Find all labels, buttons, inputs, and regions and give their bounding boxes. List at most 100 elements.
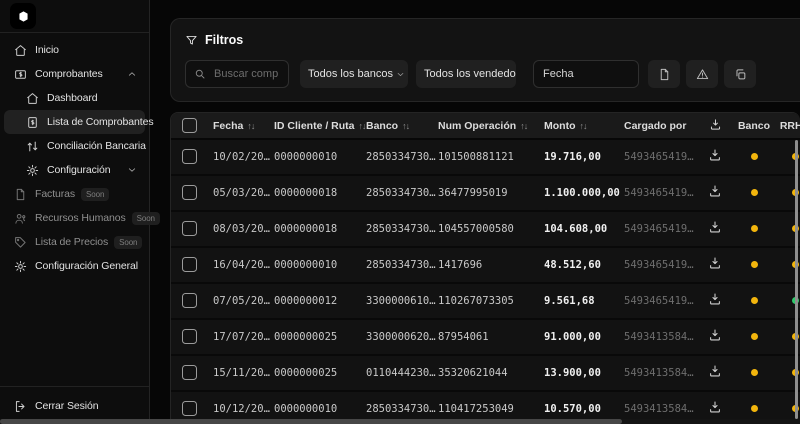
sidebar-item-facturas[interactable]: FacturasSoon — [4, 182, 145, 206]
sidebar-item-lista-de-comprobantes[interactable]: Lista de Comprobantes — [4, 110, 145, 134]
sidebar-item-comprobantes[interactable]: Comprobantes — [4, 62, 145, 86]
sidebar-item-label: Dashboard — [47, 92, 97, 104]
banco-status-dot — [751, 297, 758, 304]
export-document-button[interactable] — [648, 60, 680, 88]
search-input[interactable] — [212, 67, 280, 81]
cell-fecha: 10/02/20… — [213, 139, 274, 175]
cell-monto: 104.608,00 — [544, 211, 624, 247]
filters-title: Filtros — [205, 33, 243, 47]
row-checkbox[interactable] — [182, 257, 197, 272]
download-icon[interactable] — [708, 148, 722, 162]
column-header-banco-status: Banco — [734, 113, 774, 139]
table-row[interactable]: 05/03/20… 0000000018 2850334730… 3647799… — [171, 175, 800, 211]
cell-num-operacion: 35320621044 — [438, 355, 544, 391]
row-checkbox[interactable] — [182, 149, 197, 164]
table-header-row: Fecha↑↓ ID Cliente / Ruta↑↓ Banco↑↓ Num … — [171, 113, 800, 139]
banco-status-dot — [751, 369, 758, 376]
cell-id-cliente: 0000000025 — [274, 355, 366, 391]
cell-fecha: 17/07/20… — [213, 319, 274, 355]
row-checkbox[interactable] — [182, 365, 197, 380]
file-icon — [14, 188, 27, 201]
download-icon[interactable] — [708, 256, 722, 270]
cell-monto: 13.900,00 — [544, 355, 624, 391]
table-row[interactable]: 08/03/20… 0000000018 2850334730… 1045570… — [171, 211, 800, 247]
sort-icon: ↑↓ — [402, 121, 409, 131]
cell-num-operacion: 87954061 — [438, 319, 544, 355]
cell-cargado-por: 5493465419… — [624, 247, 696, 283]
row-checkbox[interactable] — [182, 221, 197, 236]
soon-badge: Soon — [114, 236, 142, 249]
gear-icon — [26, 164, 39, 177]
download-icon[interactable] — [708, 364, 722, 378]
sidebar-item-configuracion-general[interactable]: Configuración General — [4, 254, 145, 278]
banco-status-dot — [751, 225, 758, 232]
horizontal-scrollbar[interactable] — [0, 419, 800, 424]
banco-status-dot — [751, 153, 758, 160]
table-row[interactable]: 10/02/20… 0000000010 2850334730… 1015008… — [171, 139, 800, 175]
sidebar-item-cerrar-sesion[interactable]: Cerrar Sesión — [4, 394, 145, 418]
cell-banco: 2850334730… — [366, 175, 438, 211]
sidebar-item-label: Cerrar Sesión — [35, 400, 98, 412]
sidebar-bottom: Cerrar Sesión — [0, 386, 149, 418]
download-icon[interactable] — [708, 292, 722, 306]
row-checkbox[interactable] — [182, 293, 197, 308]
sidebar-item-dashboard[interactable]: Dashboard — [4, 86, 145, 110]
sidebar-item-lista-de-precios[interactable]: Lista de PreciosSoon — [4, 230, 145, 254]
cell-fecha: 16/04/20… — [213, 247, 274, 283]
alerts-button[interactable] — [686, 60, 718, 88]
vendors-dropdown-value: Todos los vendedor — [424, 68, 516, 80]
cell-id-cliente: 0000000012 — [274, 283, 366, 319]
app-logo[interactable] — [10, 3, 36, 29]
table-row[interactable]: 07/05/20… 0000000012 3300000610… 1102670… — [171, 283, 800, 319]
sidebar-item-conciliacion-bancaria[interactable]: Conciliación Bancaria — [4, 134, 145, 158]
cell-num-operacion: 110267073305 — [438, 283, 544, 319]
horizontal-scrollbar-thumb[interactable] — [0, 419, 622, 424]
vendors-dropdown[interactable]: Todos los vendedor — [416, 60, 516, 88]
sidebar-item-configuracion[interactable]: Configuración — [4, 158, 145, 182]
copy-button[interactable] — [724, 60, 756, 88]
table-row[interactable]: 16/04/20… 0000000010 2850334730… 1417696… — [171, 247, 800, 283]
sidebar-item-recursos-humanos[interactable]: Recursos HumanosSoon — [4, 206, 145, 230]
filter-icon — [185, 34, 198, 47]
download-icon[interactable] — [708, 220, 722, 234]
cell-num-operacion: 36477995019 — [438, 175, 544, 211]
sidebar-item-inicio[interactable]: Inicio — [4, 38, 145, 62]
sidebar-nav: InicioComprobantes Dashboard Lista de Comp… — [0, 33, 149, 278]
column-header-fecha[interactable]: Fecha↑↓ — [213, 113, 274, 139]
cell-cargado-por: 5493465419… — [624, 283, 696, 319]
column-header-monto[interactable]: Monto↑↓ — [544, 113, 624, 139]
cell-monto: 19.716,00 — [544, 139, 624, 175]
column-header-banco[interactable]: Banco↑↓ — [366, 113, 438, 139]
copy-icon — [734, 68, 747, 81]
banco-status-dot — [751, 189, 758, 196]
document-icon — [658, 68, 671, 81]
download-icon[interactable] — [708, 328, 722, 342]
column-header-id-cliente[interactable]: ID Cliente / Ruta↑↓ — [274, 113, 366, 139]
vertical-scrollbar-thumb[interactable] — [795, 140, 798, 419]
sidebar-item-label: Conciliación Bancaria — [47, 140, 146, 152]
cell-cargado-por: 5493465419… — [624, 139, 696, 175]
date-field[interactable] — [533, 60, 639, 88]
download-icon[interactable] — [708, 400, 722, 414]
download-icon — [709, 118, 722, 131]
vertical-scrollbar[interactable] — [795, 140, 798, 419]
column-header-rrhh: RRHH — [774, 113, 800, 139]
cell-fecha: 07/05/20… — [213, 283, 274, 319]
search-box[interactable] — [185, 60, 289, 88]
select-all-checkbox[interactable] — [182, 118, 197, 133]
row-checkbox[interactable] — [182, 185, 197, 200]
row-checkbox[interactable] — [182, 401, 197, 416]
column-header-num-operacion[interactable]: Num Operación↑↓ — [438, 113, 544, 139]
download-icon[interactable] — [708, 184, 722, 198]
gear-icon — [14, 260, 27, 273]
warning-triangle-icon — [696, 68, 709, 81]
table-row[interactable]: 17/07/20… 0000000025 3300000620… 8795406… — [171, 319, 800, 355]
table-row[interactable]: 15/11/20… 0000000025 0110444230… 3532062… — [171, 355, 800, 391]
home-icon — [14, 44, 27, 57]
sort-icon: ↑↓ — [520, 121, 527, 131]
row-checkbox[interactable] — [182, 329, 197, 344]
cell-fecha: 05/03/20… — [213, 175, 274, 211]
hexagon-logo-icon — [17, 10, 30, 23]
banks-dropdown[interactable]: Todos los bancos — [300, 60, 408, 88]
sidebar-item-label: Configuración — [47, 164, 111, 176]
